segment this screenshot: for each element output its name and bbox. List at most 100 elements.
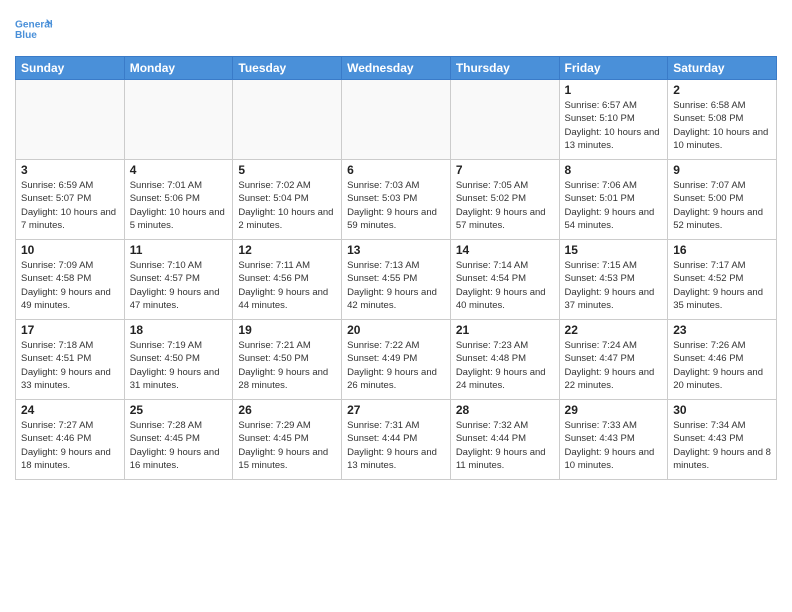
calendar-cell: 17Sunrise: 7:18 AM Sunset: 4:51 PM Dayli… (16, 320, 125, 400)
day-number: 12 (238, 243, 336, 257)
day-info: Sunrise: 7:11 AM Sunset: 4:56 PM Dayligh… (238, 259, 336, 312)
calendar-cell: 20 Sunrise: 7:22 AM Sunset: 4:49 PM Dayli… (342, 320, 451, 400)
week-row-2: 10 Sunrise: 7:09 AM Sunset: 4:58 PM Dayli… (16, 240, 777, 320)
col-header-friday: Friday (559, 57, 668, 80)
day-info: Sunrise: 7:13 AM Sunset: 4:55 PM Dayligh… (347, 259, 445, 312)
day-info: Sunrise: 7:32 AM Sunset: 4:44 PM Dayligh… (456, 419, 554, 472)
day-info: Sunrise: 7:18 AM Sunset: 4:51 PM Dayligh… (21, 339, 119, 392)
day-info: Sunrise: 7:06 AM Sunset: 5:01 PM Dayligh… (565, 179, 663, 232)
day-info: Sunrise: 7:17 AM Sunset: 4:52 PM Dayligh… (673, 259, 771, 312)
day-number: 30 (673, 403, 771, 417)
day-info: Sunrise: 7:26 AM Sunset: 4:46 PM Dayligh… (673, 339, 771, 392)
page: General Blue SundayMondayTuesdayWednesda… (0, 0, 792, 612)
day-info: Sunrise: 6:57 AM Sunset: 5:10 PM Dayligh… (565, 99, 663, 152)
day-number: 6 (347, 163, 445, 177)
day-number: 18 (130, 323, 228, 337)
day-number: 10 (21, 243, 119, 257)
day-number: 3 (21, 163, 119, 177)
col-header-thursday: Thursday (450, 57, 559, 80)
calendar-cell: 25 Sunrise: 7:28 AM Sunset: 4:45 PM Dayli… (124, 400, 233, 480)
day-number: 7 (456, 163, 554, 177)
day-info: Sunrise: 7:21 AM Sunset: 4:50 PM Dayligh… (238, 339, 336, 392)
day-info: Sunrise: 7:24 AM Sunset: 4:47 PM Dayligh… (565, 339, 663, 392)
day-info: Sunrise: 7:33 AM Sunset: 4:43 PM Dayligh… (565, 419, 663, 472)
calendar-cell: 24 Sunrise: 7:27 AM Sunset: 4:46 PM Dayli… (16, 400, 125, 480)
col-header-monday: Monday (124, 57, 233, 80)
calendar-cell: 8 Sunrise: 7:06 AM Sunset: 5:01 PM Daylig… (559, 160, 668, 240)
day-info: Sunrise: 7:28 AM Sunset: 4:45 PM Dayligh… (130, 419, 228, 472)
calendar-cell: 15Sunrise: 7:15 AM Sunset: 4:53 PM Dayli… (559, 240, 668, 320)
calendar-cell: 16 Sunrise: 7:17 AM Sunset: 4:52 PM Dayli… (668, 240, 777, 320)
calendar-cell: 28Sunrise: 7:32 AM Sunset: 4:44 PM Dayli… (450, 400, 559, 480)
week-row-3: 17Sunrise: 7:18 AM Sunset: 4:51 PM Dayli… (16, 320, 777, 400)
calendar-cell: 30 Sunrise: 7:34 AM Sunset: 4:43 PM Dayli… (668, 400, 777, 480)
col-header-tuesday: Tuesday (233, 57, 342, 80)
calendar-cell: 1 Sunrise: 6:57 AM Sunset: 5:10 PM Daylig… (559, 80, 668, 160)
calendar-cell: 29Sunrise: 7:33 AM Sunset: 4:43 PM Dayli… (559, 400, 668, 480)
calendar-table: SundayMondayTuesdayWednesdayThursdayFrid… (15, 56, 777, 480)
calendar-cell: 27 Sunrise: 7:31 AM Sunset: 4:44 PM Dayli… (342, 400, 451, 480)
col-header-sunday: Sunday (16, 57, 125, 80)
day-info: Sunrise: 7:22 AM Sunset: 4:49 PM Dayligh… (347, 339, 445, 392)
calendar-cell: 21Sunrise: 7:23 AM Sunset: 4:48 PM Dayli… (450, 320, 559, 400)
day-number: 4 (130, 163, 228, 177)
calendar-cell (124, 80, 233, 160)
week-row-1: 3 Sunrise: 6:59 AM Sunset: 5:07 PM Daylig… (16, 160, 777, 240)
calendar-cell: 11 Sunrise: 7:10 AM Sunset: 4:57 PM Dayli… (124, 240, 233, 320)
day-info: Sunrise: 7:05 AM Sunset: 5:02 PM Dayligh… (456, 179, 554, 232)
day-number: 23 (673, 323, 771, 337)
day-info: Sunrise: 7:23 AM Sunset: 4:48 PM Dayligh… (456, 339, 554, 392)
day-number: 20 (347, 323, 445, 337)
calendar-cell: 26Sunrise: 7:29 AM Sunset: 4:45 PM Dayli… (233, 400, 342, 480)
day-info: Sunrise: 7:14 AM Sunset: 4:54 PM Dayligh… (456, 259, 554, 312)
calendar-cell: 7 Sunrise: 7:05 AM Sunset: 5:02 PM Daylig… (450, 160, 559, 240)
calendar-cell: 9 Sunrise: 7:07 AM Sunset: 5:00 PM Daylig… (668, 160, 777, 240)
day-info: Sunrise: 7:02 AM Sunset: 5:04 PM Dayligh… (238, 179, 336, 232)
day-number: 14 (456, 243, 554, 257)
calendar-cell: 2 Sunrise: 6:58 AM Sunset: 5:08 PM Daylig… (668, 80, 777, 160)
calendar-cell: 22Sunrise: 7:24 AM Sunset: 4:47 PM Dayli… (559, 320, 668, 400)
header: General Blue (15, 10, 777, 48)
calendar-cell: 12 Sunrise: 7:11 AM Sunset: 4:56 PM Dayli… (233, 240, 342, 320)
day-number: 1 (565, 83, 663, 97)
calendar-cell: 18 Sunrise: 7:19 AM Sunset: 4:50 PM Dayli… (124, 320, 233, 400)
day-number: 27 (347, 403, 445, 417)
calendar-cell: 14 Sunrise: 7:14 AM Sunset: 4:54 PM Dayli… (450, 240, 559, 320)
day-info: Sunrise: 7:07 AM Sunset: 5:00 PM Dayligh… (673, 179, 771, 232)
day-info: Sunrise: 7:10 AM Sunset: 4:57 PM Dayligh… (130, 259, 228, 312)
day-number: 2 (673, 83, 771, 97)
day-info: Sunrise: 7:19 AM Sunset: 4:50 PM Dayligh… (130, 339, 228, 392)
day-info: Sunrise: 7:29 AM Sunset: 4:45 PM Dayligh… (238, 419, 336, 472)
calendar-cell (16, 80, 125, 160)
logo: General Blue (15, 10, 53, 48)
day-number: 5 (238, 163, 336, 177)
day-number: 15 (565, 243, 663, 257)
day-number: 13 (347, 243, 445, 257)
calendar-cell (450, 80, 559, 160)
day-info: Sunrise: 7:27 AM Sunset: 4:46 PM Dayligh… (21, 419, 119, 472)
day-info: Sunrise: 7:03 AM Sunset: 5:03 PM Dayligh… (347, 179, 445, 232)
day-info: Sunrise: 6:59 AM Sunset: 5:07 PM Dayligh… (21, 179, 119, 232)
calendar-cell (342, 80, 451, 160)
day-info: Sunrise: 7:01 AM Sunset: 5:06 PM Dayligh… (130, 179, 228, 232)
calendar-cell: 3 Sunrise: 6:59 AM Sunset: 5:07 PM Daylig… (16, 160, 125, 240)
day-info: Sunrise: 7:31 AM Sunset: 4:44 PM Dayligh… (347, 419, 445, 472)
day-number: 8 (565, 163, 663, 177)
day-info: Sunrise: 7:09 AM Sunset: 4:58 PM Dayligh… (21, 259, 119, 312)
day-number: 19 (238, 323, 336, 337)
svg-text:Blue: Blue (15, 30, 37, 41)
day-number: 16 (673, 243, 771, 257)
day-number: 25 (130, 403, 228, 417)
day-number: 24 (21, 403, 119, 417)
col-header-wednesday: Wednesday (342, 57, 451, 80)
day-info: Sunrise: 6:58 AM Sunset: 5:08 PM Dayligh… (673, 99, 771, 152)
calendar-cell: 5 Sunrise: 7:02 AM Sunset: 5:04 PM Daylig… (233, 160, 342, 240)
day-number: 9 (673, 163, 771, 177)
calendar-cell (233, 80, 342, 160)
day-info: Sunrise: 7:34 AM Sunset: 4:43 PM Dayligh… (673, 419, 771, 472)
calendar-cell: 23 Sunrise: 7:26 AM Sunset: 4:46 PM Dayli… (668, 320, 777, 400)
calendar-cell: 19 Sunrise: 7:21 AM Sunset: 4:50 PM Dayli… (233, 320, 342, 400)
calendar-cell: 4 Sunrise: 7:01 AM Sunset: 5:06 PM Daylig… (124, 160, 233, 240)
week-row-4: 24 Sunrise: 7:27 AM Sunset: 4:46 PM Dayli… (16, 400, 777, 480)
day-number: 11 (130, 243, 228, 257)
